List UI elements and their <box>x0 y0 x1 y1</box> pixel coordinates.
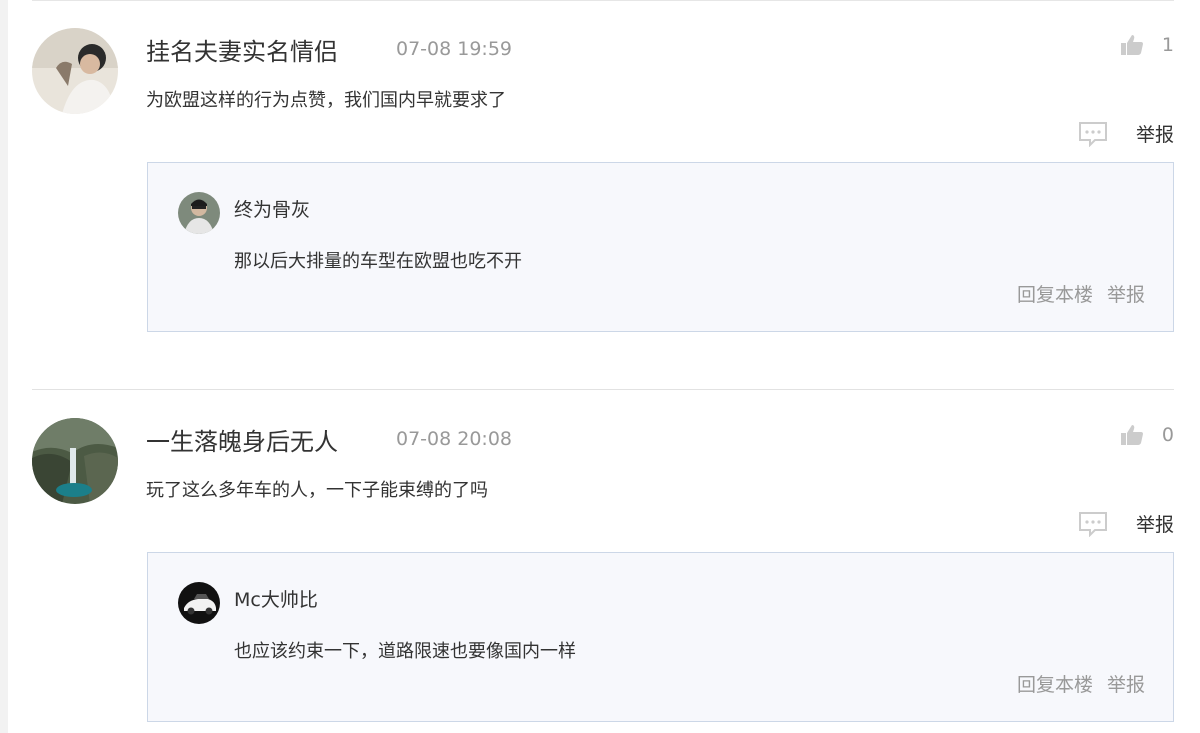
message-icon[interactable] <box>1078 511 1108 537</box>
username[interactable]: 挂名夫妻实名情侣 <box>146 32 338 67</box>
comment-actions: 举报 <box>1078 510 1174 537</box>
comment-list: 挂名夫妻实名情侣 07-08 19:59 1 为欧盟这样的行为点赞，我们国内早就… <box>0 0 1200 733</box>
top-divider <box>32 0 1174 1</box>
thumbs-up-icon[interactable] <box>1120 424 1144 446</box>
reply-username[interactable]: 终为骨灰 <box>234 195 310 222</box>
left-edge <box>0 0 8 733</box>
reply-username[interactable]: Mc大帅比 <box>234 585 318 612</box>
timestamp: 07-08 19:59 <box>396 38 513 60</box>
reply-actions: 回复本楼 举报 <box>1017 280 1145 307</box>
reply-avatar[interactable] <box>178 582 220 624</box>
reply-text: 也应该约束一下，道路限速也要像国内一样 <box>234 641 576 662</box>
reply-report-link[interactable]: 举报 <box>1107 280 1145 307</box>
reply-avatar[interactable] <box>178 192 220 234</box>
like-count: 1 <box>1161 34 1174 56</box>
report-link[interactable]: 举报 <box>1136 120 1174 147</box>
avatar[interactable] <box>32 418 118 504</box>
reply-box: Mc大帅比 也应该约束一下，道路限速也要像国内一样 回复本楼 举报 <box>147 552 1174 722</box>
message-icon[interactable] <box>1078 121 1108 147</box>
report-link[interactable]: 举报 <box>1136 510 1174 537</box>
thumbs-up-icon[interactable] <box>1120 34 1144 56</box>
timestamp: 07-08 20:08 <box>396 428 513 450</box>
like-count: 0 <box>1161 424 1174 446</box>
comment-actions: 举报 <box>1078 120 1174 147</box>
reply-text: 那以后大排量的车型在欧盟也吃不开 <box>234 251 522 272</box>
like-button[interactable]: 0 <box>1120 424 1174 446</box>
comment-divider <box>32 389 1174 390</box>
comment-text: 为欧盟这样的行为点赞，我们国内早就要求了 <box>146 90 506 111</box>
reply-box: 终为骨灰 那以后大排量的车型在欧盟也吃不开 回复本楼 举报 <box>147 162 1174 332</box>
username[interactable]: 一生落魄身后无人 <box>146 422 338 457</box>
like-button[interactable]: 1 <box>1120 34 1174 56</box>
comment-text: 玩了这么多年车的人，一下子能束缚的了吗 <box>146 480 488 501</box>
avatar[interactable] <box>32 28 118 114</box>
reply-floor-link[interactable]: 回复本楼 <box>1017 670 1093 697</box>
reply-floor-link[interactable]: 回复本楼 <box>1017 280 1093 307</box>
reply-report-link[interactable]: 举报 <box>1107 670 1145 697</box>
reply-actions: 回复本楼 举报 <box>1017 670 1145 697</box>
